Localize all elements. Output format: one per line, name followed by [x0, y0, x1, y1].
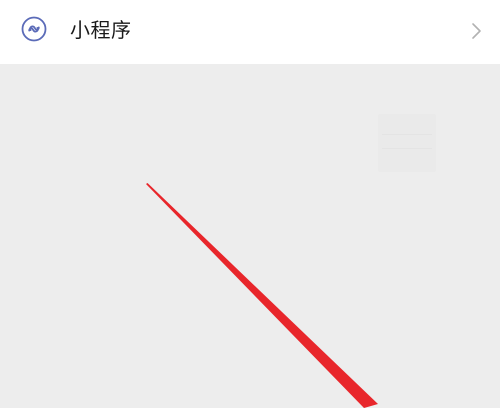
annotation-arrow	[146, 183, 378, 408]
